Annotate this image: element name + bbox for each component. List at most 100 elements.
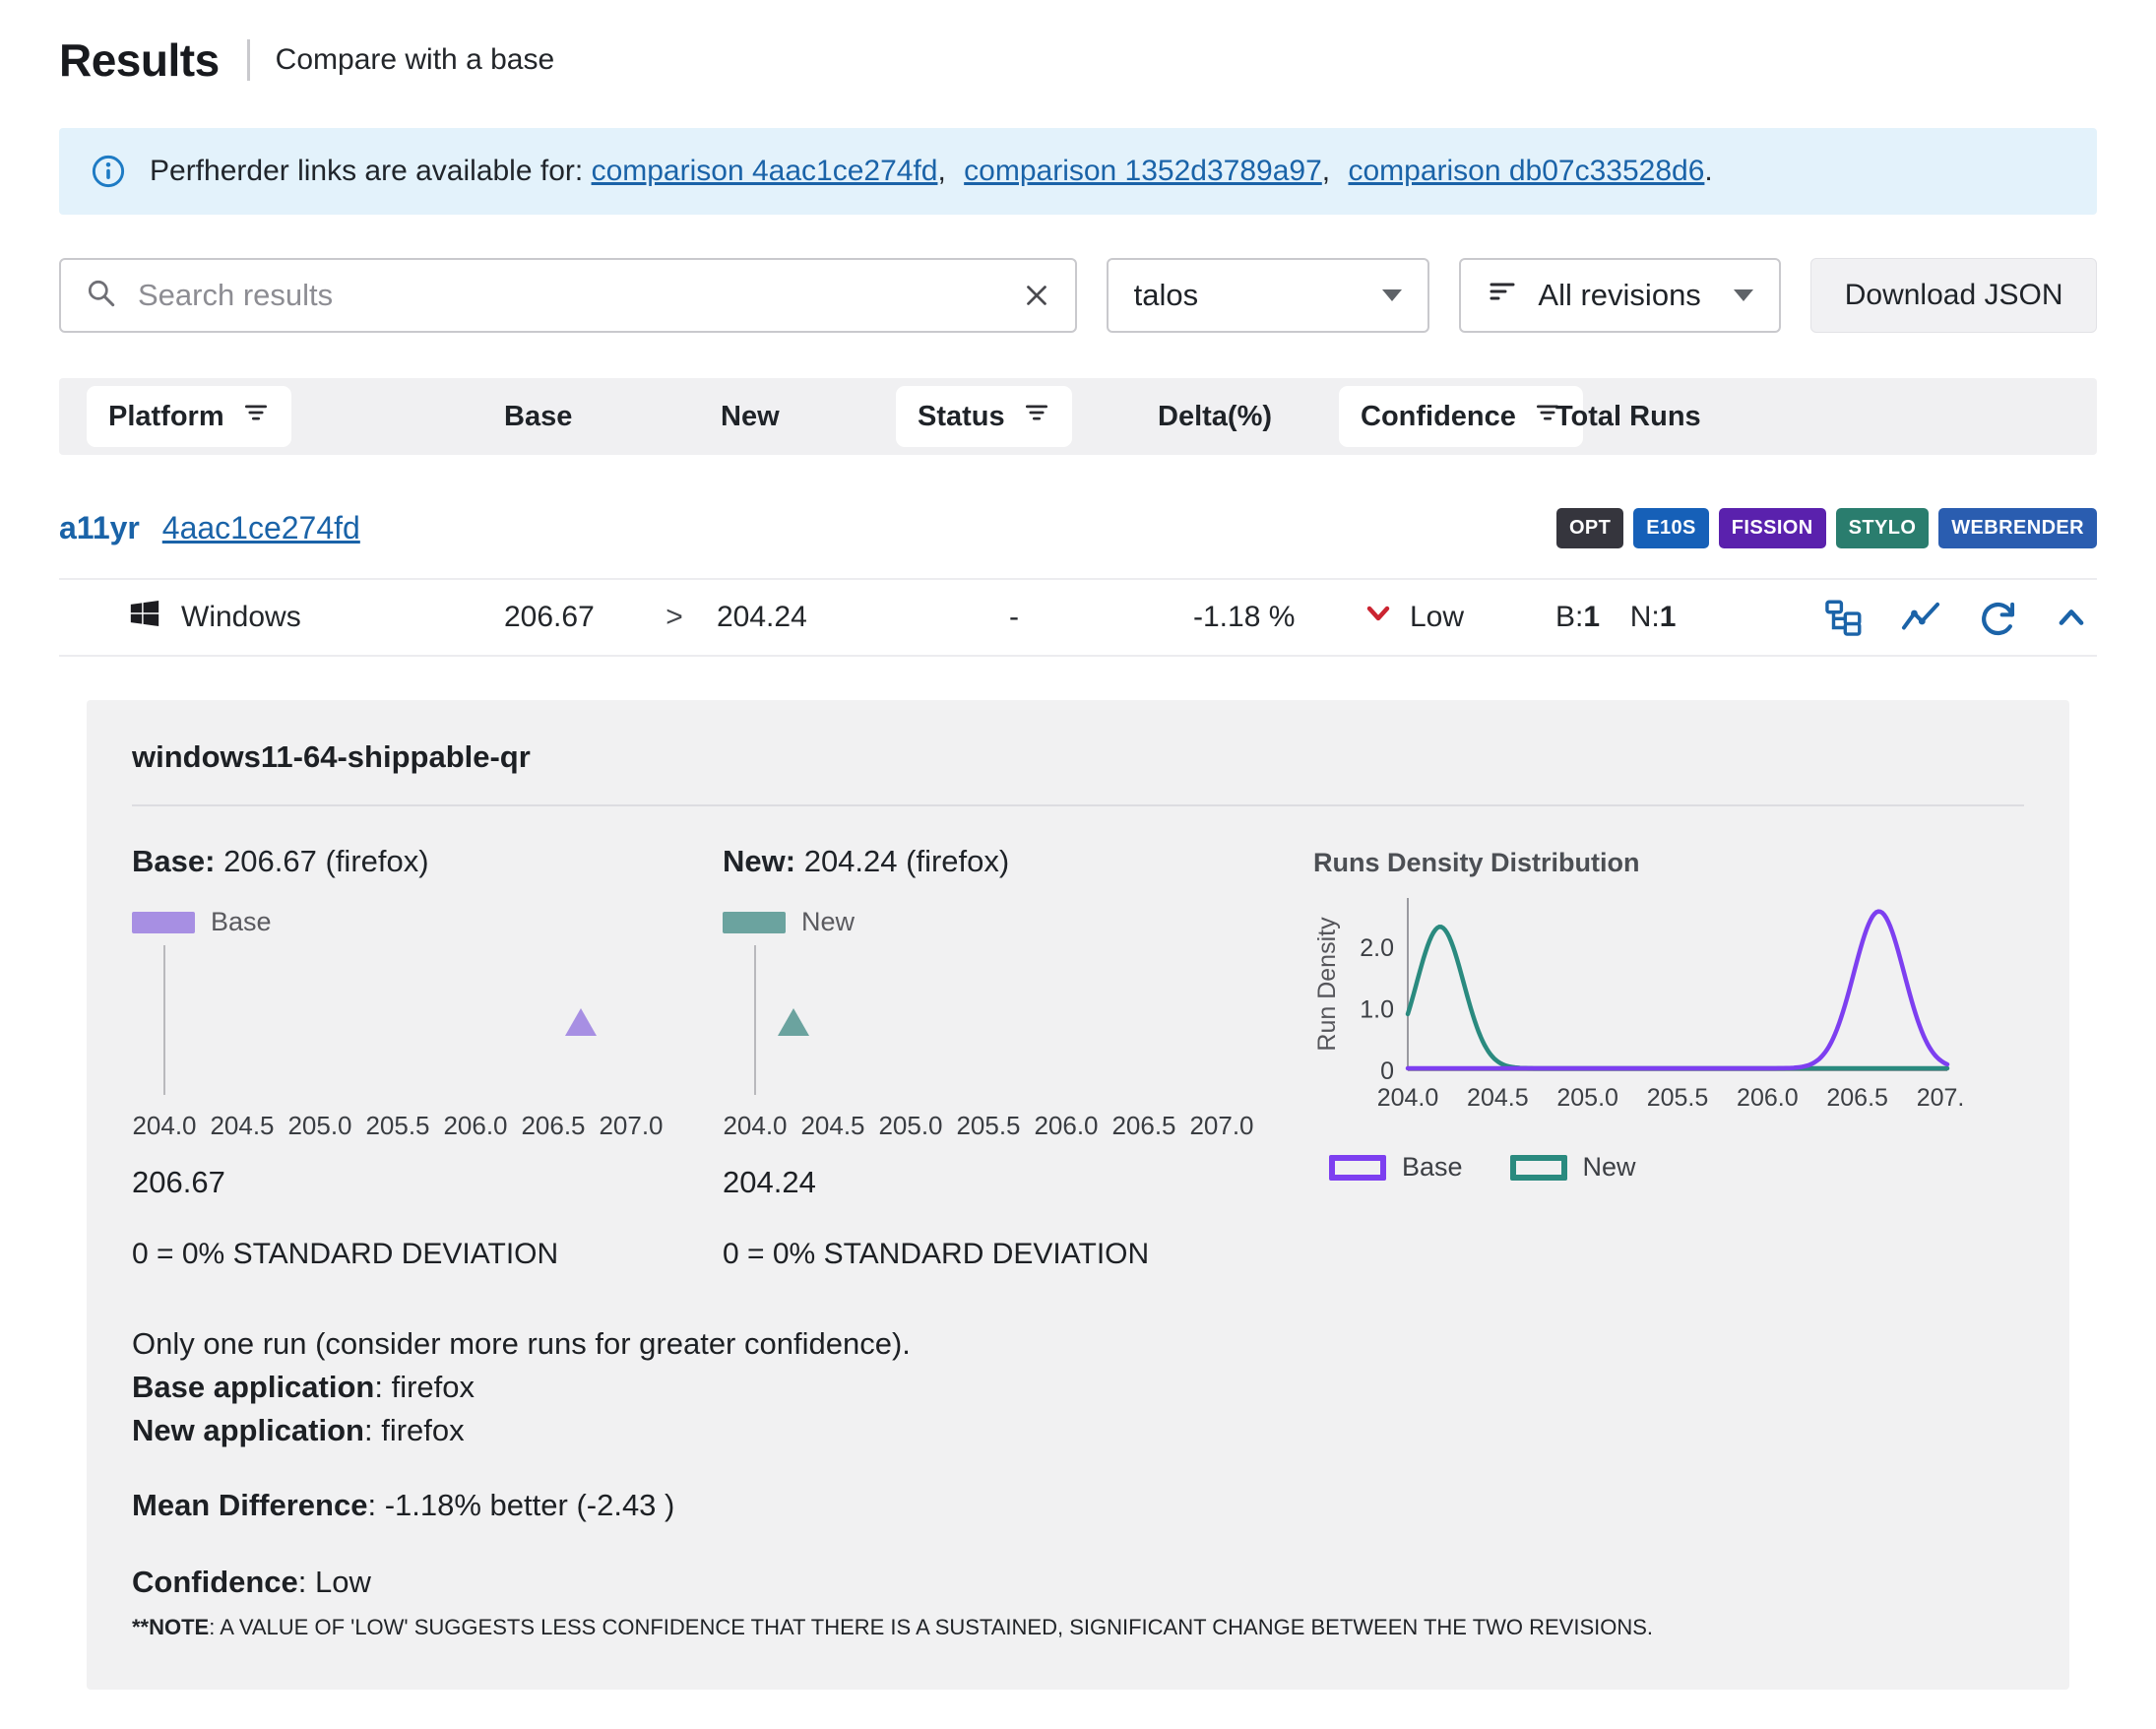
graph-icon[interactable] [1900, 597, 1941, 638]
chevron-down-icon [1382, 289, 1402, 301]
download-json-button[interactable]: Download JSON [1810, 258, 2097, 333]
confidence-value: Low [1410, 601, 1464, 634]
suite-name-link[interactable]: a11yr [59, 510, 140, 545]
svg-text:204.5: 204.5 [1467, 1084, 1529, 1112]
filter-icon [242, 399, 270, 434]
new-stddev: 0 = 0% STANDARD DEVIATION [723, 1238, 1254, 1271]
new-heading-label: New: [723, 844, 795, 878]
base-point-value: 206.67 [132, 1165, 664, 1200]
trend-down-icon [1363, 598, 1394, 637]
title-divider [247, 39, 250, 81]
suite-tag[interactable]: WEBRENDER [1938, 508, 2097, 548]
comparison-sign: > [640, 601, 709, 634]
base-application-line: Base application: firefox [132, 1366, 2024, 1409]
svg-text:Run Density: Run Density [1313, 917, 1341, 1052]
header-base: Base [492, 401, 640, 433]
svg-text:2.0: 2.0 [1360, 934, 1394, 962]
revisions-select[interactable]: All revisions [1459, 258, 1781, 333]
platform-filter-button[interactable]: Platform [87, 386, 291, 447]
search-box [59, 258, 1077, 333]
new-marker-triangle [778, 1008, 809, 1036]
svg-text:206.5: 206.5 [1826, 1084, 1888, 1112]
density-chart-title: Runs Density Distribution [1313, 848, 2024, 878]
base-heading-label: Base: [132, 844, 215, 878]
suite-tag[interactable]: FISSION [1719, 508, 1826, 548]
new-point-value: 204.24 [723, 1165, 1254, 1200]
page-title: Results [59, 33, 220, 87]
svg-text:207.0: 207.0 [1917, 1084, 1963, 1112]
perfherder-links-banner: Perfherder links are available for: comp… [59, 128, 2097, 215]
banner-text: Perfherder links are available for: comp… [150, 155, 1713, 188]
results-table-header: Platform Base New Status Delta(%) Confid… [59, 378, 2097, 455]
svg-text:205.5: 205.5 [1647, 1084, 1709, 1112]
distribution-charts: Base: 206.67 (firefox) Base 204.0204.520… [132, 844, 2024, 1271]
svg-text:204.0: 204.0 [1377, 1084, 1439, 1112]
svg-text:0: 0 [1380, 1057, 1394, 1085]
page-subtitle: Compare with a base [276, 43, 554, 77]
filter-lines-icon [1487, 276, 1518, 315]
density-legend-new-label: New [1583, 1152, 1636, 1183]
delta-value: -1.18 % [1132, 601, 1339, 634]
framework-select-value: talos [1134, 278, 1198, 313]
base-x-ticks: 204.0204.5205.0205.5206.0206.5207.0 [132, 1111, 664, 1141]
subtests-icon[interactable] [1823, 597, 1865, 638]
test-name: windows11-64-shippable-qr [132, 739, 2024, 775]
svg-text:206.0: 206.0 [1737, 1084, 1799, 1112]
clear-search-icon[interactable] [1022, 281, 1051, 310]
new-legend-swatch [723, 912, 786, 933]
collapse-chevron-up-icon[interactable] [2054, 600, 2089, 635]
suite-tags: OPT E10S FISSION STYLO WEBRENDER [1556, 508, 2097, 548]
runs-density-panel: Runs Density Distribution Run Density 0 1.… [1313, 844, 2024, 1271]
base-distribution-panel: Base: 206.67 (firefox) Base 204.0204.520… [132, 844, 664, 1271]
suite-tag[interactable]: E10S [1633, 508, 1709, 548]
base-stddev: 0 = 0% STANDARD DEVIATION [132, 1238, 664, 1271]
info-icon [91, 154, 126, 189]
low-confidence-note: **NOTE: A VALUE OF 'LOW' SUGGESTS LESS C… [132, 1612, 2024, 1642]
chevron-down-icon [1734, 289, 1753, 301]
revisions-select-value: All revisions [1538, 278, 1700, 313]
density-legend-new-swatch [1510, 1155, 1567, 1181]
result-row-windows: Windows 206.67 > 204.24 - -1.18 % Low B:… [59, 578, 2097, 657]
new-application-line: New application: firefox [132, 1409, 2024, 1452]
new-plot [754, 945, 1223, 1095]
confidence-line: Confidence: Low [132, 1561, 2024, 1604]
windows-logo-icon [128, 597, 161, 638]
header-delta: Delta(%) [1132, 401, 1339, 433]
framework-select[interactable]: talos [1107, 258, 1430, 333]
suite-tag[interactable]: STYLO [1836, 508, 1930, 548]
results-page: Results Compare with a base Perfherder l… [0, 0, 2156, 1729]
total-runs-value: B:1 N:1 [1536, 601, 1772, 634]
base-heading-value: 206.67 (firefox) [223, 844, 429, 878]
base-legend-swatch [132, 912, 195, 933]
mean-difference-line: Mean Difference: -1.18% better (-2.43 ) [132, 1484, 2024, 1527]
card-divider [132, 804, 2024, 806]
comparison-link-2[interactable]: comparison 1352d3789a97 [964, 155, 1322, 187]
detail-notes: Only one run (consider more runs for gre… [132, 1322, 2024, 1642]
suite-tag[interactable]: OPT [1556, 508, 1623, 548]
search-input[interactable] [136, 277, 1004, 314]
header-total-runs: Total Runs [1536, 401, 1772, 433]
base-plot [163, 945, 632, 1095]
suite-revision-link[interactable]: 4aac1ce274fd [162, 510, 360, 545]
svg-text:1.0: 1.0 [1360, 996, 1394, 1024]
density-legend-base-label: Base [1402, 1152, 1463, 1183]
runs-note: Only one run (consider more runs for gre… [132, 1322, 2024, 1366]
refresh-icon[interactable] [1977, 597, 2018, 638]
search-icon [85, 277, 118, 315]
new-legend-label: New [801, 907, 855, 937]
new-heading-value: 204.24 (firefox) [804, 844, 1010, 878]
comparison-link-1[interactable]: comparison 4aac1ce274fd [592, 155, 938, 187]
base-legend-label: Base [211, 907, 272, 937]
suite-row: a11yr 4aac1ce274fd OPT E10S FISSION STYL… [59, 508, 2097, 548]
base-marker-triangle [565, 1008, 597, 1036]
new-distribution-panel: New: 204.24 (firefox) New 204.0204.5205.… [723, 844, 1254, 1271]
new-value: 204.24 [709, 601, 896, 634]
density-legend-base-swatch [1329, 1155, 1386, 1181]
toolbar: talos All revisions Download JSON [59, 258, 2097, 333]
status-filter-button[interactable]: Status [896, 386, 1072, 447]
base-value: 206.67 [492, 601, 640, 634]
svg-text:205.0: 205.0 [1556, 1084, 1618, 1112]
density-chart: Run Density 0 1.0 2.0 204.0 204.5 205.0 205.5 20… [1313, 888, 1963, 1120]
comparison-link-3[interactable]: comparison db07c33528d6 [1348, 155, 1704, 187]
header-new: New [709, 401, 896, 433]
